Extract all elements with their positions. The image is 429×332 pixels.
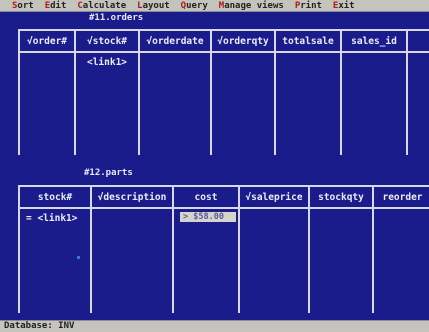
orders-cell-order-num[interactable] (20, 53, 76, 155)
database-app-screen: Sort Edit Calculate Layout Query Manage … (0, 0, 429, 332)
parts-header-row: stock# √description cost √saleprice stoc… (20, 187, 429, 209)
menu-exit[interactable]: Exit (333, 1, 355, 11)
orders-col-stock-num[interactable]: √stock# (76, 31, 140, 51)
parts-col-saleprice[interactable]: √saleprice (240, 187, 310, 207)
orders-cell-sales-id[interactable] (342, 53, 408, 155)
orders-col-totalsale[interactable]: totalsale (276, 31, 342, 51)
parts-cell-reorder[interactable] (374, 209, 429, 313)
status-bar: Database: INV (0, 320, 429, 332)
orders-cell-orderdate[interactable] (140, 53, 212, 155)
menu-edit[interactable]: Edit (45, 1, 67, 11)
menu-calculate[interactable]: Calculate (77, 1, 126, 11)
orders-col-orderqty[interactable]: √orderqty (212, 31, 276, 51)
parts-col-stockqty[interactable]: stockqty (310, 187, 374, 207)
parts-cell-stockqty[interactable] (310, 209, 374, 313)
orders-cell-stock-num[interactable]: <link1> (76, 53, 140, 155)
parts-cell-stock-num[interactable]: = <link1> (20, 209, 92, 313)
parts-col-cost[interactable]: cost (174, 187, 240, 207)
parts-col-stock-num[interactable]: stock# (20, 187, 92, 207)
orders-data-row: <link1> (20, 53, 429, 155)
menu-print[interactable]: Print (295, 1, 322, 11)
parts-col-reorder[interactable]: reorder (374, 187, 429, 207)
menu-query[interactable]: Query (181, 1, 208, 11)
orders-col-order-num[interactable]: √order# (20, 31, 76, 51)
link-value[interactable]: = <link1> (26, 213, 77, 224)
orders-cell-orderqty[interactable] (212, 53, 276, 155)
menu-bar: Sort Edit Calculate Layout Query Manage … (0, 0, 429, 12)
parts-cell-saleprice[interactable] (240, 209, 310, 313)
parts-cell-cost[interactable]: > $58.00 (174, 209, 240, 313)
orders-table: √order# √stock# √orderdate √orderqty tot… (18, 29, 429, 155)
selected-cost-value[interactable]: > $58.00 (180, 212, 236, 222)
orders-col-orderdate[interactable]: √orderdate (140, 31, 212, 51)
menu-sort[interactable]: Sort (12, 1, 34, 11)
parts-data-row: = <link1> > $58.00 (20, 209, 429, 313)
mouse-cursor-dot (77, 256, 80, 259)
parts-table-title: #12.parts (84, 168, 133, 178)
orders-table-title: #11.orders (89, 13, 144, 23)
orders-header-row: √order# √stock# √orderdate √orderqty tot… (20, 31, 429, 53)
orders-col-overflow (408, 31, 429, 51)
parts-col-description[interactable]: √description (92, 187, 174, 207)
orders-cell-totalsale[interactable] (276, 53, 342, 155)
orders-cell-overflow (408, 53, 429, 155)
parts-table: stock# √description cost √saleprice stoc… (18, 185, 429, 313)
menu-layout[interactable]: Layout (137, 1, 170, 11)
parts-cell-description[interactable] (92, 209, 174, 313)
orders-col-sales-id[interactable]: sales_id (342, 31, 408, 51)
menu-manage-views[interactable]: Manage views (219, 1, 284, 11)
link-value[interactable]: <link1> (87, 57, 127, 68)
